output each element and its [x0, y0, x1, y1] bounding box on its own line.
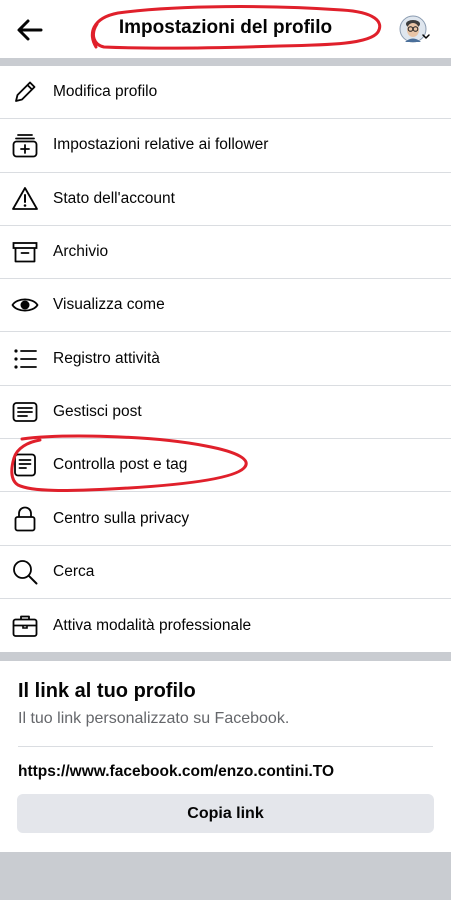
- menu-item-activity-log[interactable]: Registro attività: [0, 332, 451, 386]
- copy-link-button[interactable]: Copia link: [17, 794, 434, 833]
- menu-item-follower-settings[interactable]: Impostazioni relative ai follower: [0, 119, 451, 173]
- menu-item-account-status[interactable]: Stato dell'account: [0, 173, 451, 226]
- menu-item-label: Archivio: [53, 243, 109, 261]
- eye-icon: [11, 298, 39, 312]
- menu-item-privacy-center[interactable]: Centro sulla privacy: [0, 492, 451, 546]
- section-separator: [0, 652, 451, 661]
- lock-icon: [14, 506, 36, 531]
- post-icon: [12, 402, 38, 422]
- menu-item-archive[interactable]: Archivio: [0, 226, 451, 280]
- menu-item-professional-mode[interactable]: Attiva modalità professionale: [0, 599, 451, 652]
- menu-item-label: Stato dell'account: [53, 189, 175, 207]
- profile-url: https://www.facebook.com/enzo.contini.TO: [18, 763, 335, 780]
- menu-item-manage-posts[interactable]: Gestisci post: [0, 386, 451, 440]
- archive-box-icon: [12, 242, 38, 263]
- warning-icon: [12, 186, 38, 210]
- pencil-icon: [15, 81, 36, 103]
- menu-item-search[interactable]: Cerca: [0, 546, 451, 599]
- profile-link-title: Il link al tuo profilo: [18, 680, 196, 702]
- menu-item-label: Gestisci post: [53, 402, 142, 420]
- menu-item-label: Registro attività: [53, 349, 160, 367]
- top-bar: Impostazioni del profilo: [0, 0, 451, 58]
- page-title: Impostazioni del profilo: [118, 17, 333, 38]
- follower-stack-icon: [12, 134, 38, 158]
- review-post-icon: [14, 453, 36, 477]
- search-icon: [13, 559, 38, 585]
- menu-item-label: Cerca: [53, 562, 95, 580]
- list-icon: [14, 349, 37, 369]
- profile-link-subtitle: Il tuo link personalizzato su Facebook.: [18, 710, 290, 727]
- section-separator: [0, 58, 451, 66]
- profile-link-card: Il link al tuo profilo Il tuo link perso…: [0, 661, 451, 852]
- menu-item-label: Controlla post e tag: [53, 456, 188, 474]
- divider: [18, 746, 433, 747]
- menu-item-view-as[interactable]: Visualizza come: [0, 279, 451, 333]
- menu-item-label: Impostazioni relative ai follower: [53, 136, 269, 154]
- menu-item-label: Visualizza come: [53, 296, 165, 314]
- menu-item-label: Attiva modalità professionale: [53, 616, 252, 634]
- profile-avatar-icon[interactable]: [398, 13, 432, 47]
- profile-settings-menu: Modifica profilo Impostazioni relative a…: [0, 66, 451, 653]
- briefcase-icon: [12, 615, 38, 637]
- menu-item-review-posts-tags[interactable]: Controlla post e tag: [0, 439, 451, 493]
- menu-item-edit-profile[interactable]: Modifica profilo: [0, 66, 451, 120]
- bottom-background: [0, 852, 451, 900]
- menu-item-label: Centro sulla privacy: [53, 509, 190, 527]
- menu-item-label: Modifica profilo: [53, 83, 158, 101]
